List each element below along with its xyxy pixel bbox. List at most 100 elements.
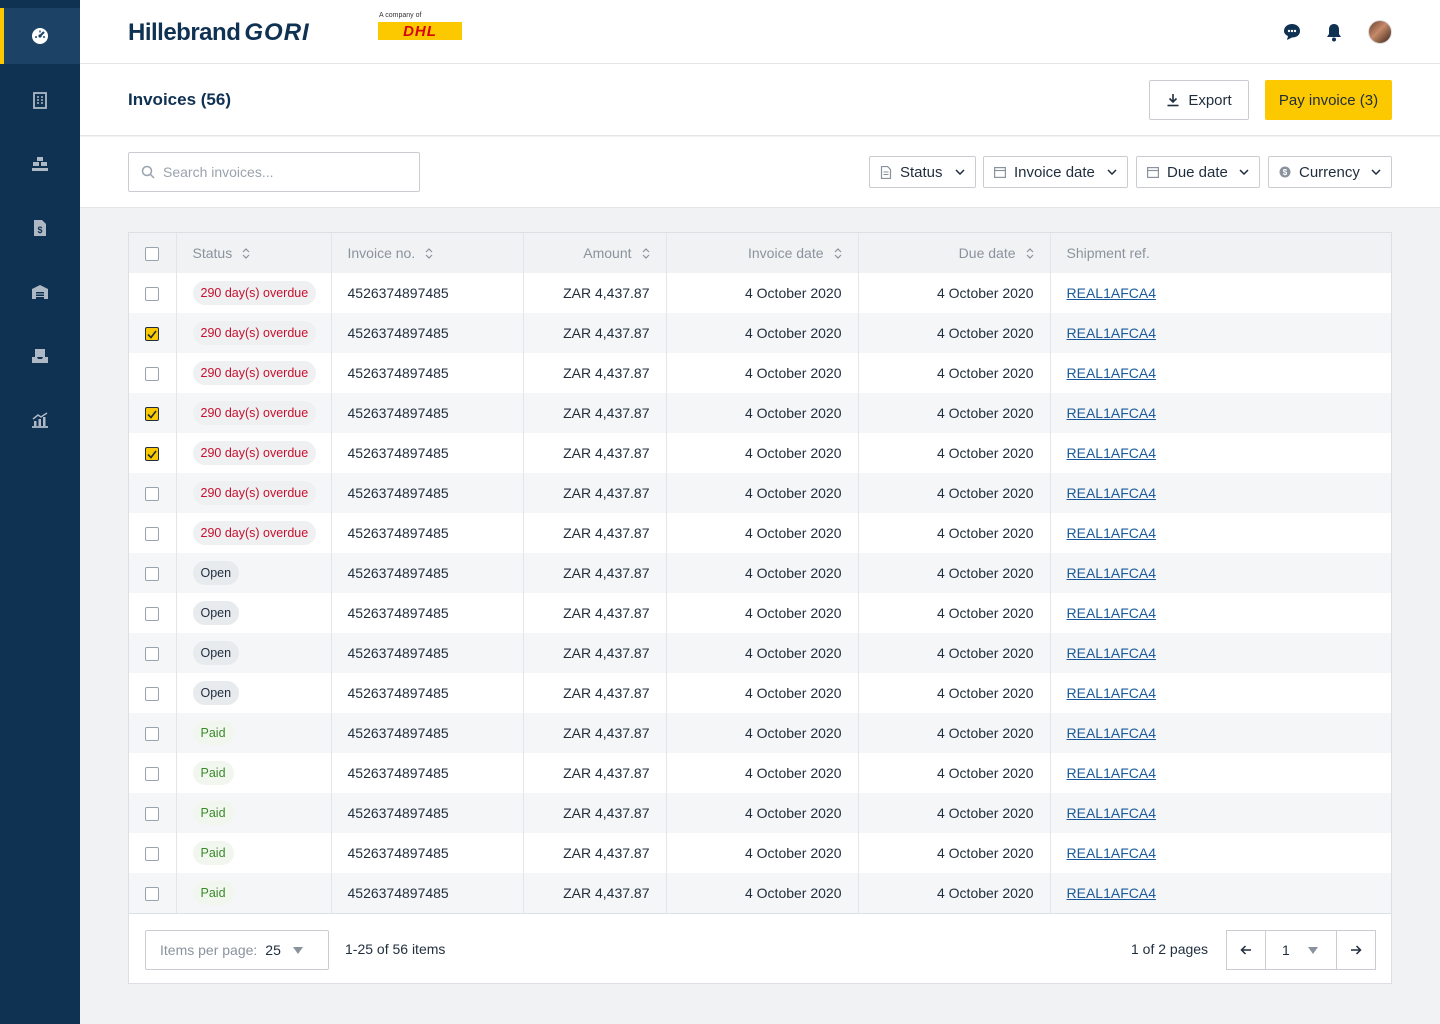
shipment-ref-link[interactable]: REAL1AFCA4	[1067, 485, 1156, 501]
row-checkbox[interactable]	[145, 327, 159, 342]
table-row[interactable]: 290 day(s) overdue 4526374897485 ZAR 4,437…	[129, 273, 1391, 313]
sidebar-item-buildings[interactable]	[0, 72, 80, 128]
sidebar-item-dashboard[interactable]	[0, 8, 80, 64]
amount-cell: ZAR 4,437.87	[523, 553, 667, 593]
column-header-amount[interactable]: Amount	[523, 233, 667, 273]
company-logo[interactable]: Hillebrand GORI	[128, 19, 310, 47]
row-checkbox[interactable]	[145, 527, 159, 542]
row-checkbox[interactable]	[145, 767, 159, 782]
row-checkbox[interactable]	[145, 287, 159, 302]
sort-icon	[834, 247, 841, 259]
status-cell: Open	[176, 593, 332, 633]
table-row[interactable]: Paid 4526374897485 ZAR 4,437.87 4 October 2…	[129, 753, 1391, 793]
sidebar-item-invoices[interactable]: $	[0, 200, 80, 256]
shipment-ref-link[interactable]: REAL1AFCA4	[1067, 885, 1156, 901]
table-row[interactable]: Paid 4526374897485 ZAR 4,437.87 4 October 2…	[129, 873, 1391, 913]
invoice-date-filter[interactable]: Invoice date	[983, 156, 1128, 188]
shipment-ref-cell: REAL1AFCA4	[1050, 433, 1391, 473]
row-checkbox[interactable]	[145, 807, 159, 822]
table-row[interactable]: 290 day(s) overdue 4526374897485 ZAR 4,437…	[129, 433, 1391, 473]
row-checkbox[interactable]	[145, 487, 159, 502]
row-checkbox[interactable]	[145, 607, 159, 622]
pay-invoice-button[interactable]: Pay invoice (3)	[1265, 80, 1392, 120]
sidebar-item-analytics[interactable]	[0, 392, 80, 448]
prev-page-button[interactable]	[1226, 930, 1266, 970]
amount-cell: ZAR 4,437.87	[523, 713, 667, 753]
sidebar-item-inbox[interactable]	[0, 328, 80, 384]
due-date-filter-label: Due date	[1167, 163, 1228, 181]
shipment-ref-link[interactable]: REAL1AFCA4	[1067, 725, 1156, 741]
table-row[interactable]: Open 4526374897485 ZAR 4,437.87 4 October 2…	[129, 633, 1391, 673]
items-per-page-select[interactable]: Items per page: 25	[145, 930, 329, 970]
row-checkbox[interactable]	[145, 847, 159, 862]
column-header-due-date[interactable]: Due date	[858, 233, 1051, 273]
row-select-cell	[129, 273, 177, 313]
due-date-filter[interactable]: Due date	[1136, 156, 1260, 188]
invoice-date-filter-label: Invoice date	[1014, 163, 1095, 181]
status-badge: 290 day(s) overdue	[192, 401, 317, 425]
status-cell: Open	[176, 553, 332, 593]
shipment-ref-link[interactable]: REAL1AFCA4	[1067, 445, 1156, 461]
page-select[interactable]: 1	[1265, 930, 1337, 970]
due-date-cell: 4 October 2020	[858, 353, 1051, 393]
invoice-no-cell: 4526374897485	[331, 593, 524, 633]
shipment-ref-link[interactable]: REAL1AFCA4	[1067, 645, 1156, 661]
status-cell: 290 day(s) overdue	[176, 353, 332, 393]
row-checkbox[interactable]	[145, 687, 159, 702]
row-checkbox[interactable]	[145, 647, 159, 662]
table-row[interactable]: 290 day(s) overdue 4526374897485 ZAR 4,437…	[129, 393, 1391, 433]
table-row[interactable]: Paid 4526374897485 ZAR 4,437.87 4 October 2…	[129, 713, 1391, 753]
calendar-icon	[1147, 167, 1159, 178]
shipment-ref-cell: REAL1AFCA4	[1050, 313, 1391, 353]
table-row[interactable]: Open 4526374897485 ZAR 4,437.87 4 October 2…	[129, 593, 1391, 633]
shipment-ref-link[interactable]: REAL1AFCA4	[1067, 365, 1156, 381]
column-header-status[interactable]: Status	[176, 233, 332, 273]
shipment-ref-link[interactable]: REAL1AFCA4	[1067, 405, 1156, 421]
logo-main-text: Hillebrand	[128, 19, 241, 46]
status-badge: Open	[192, 681, 240, 705]
shipment-ref-link[interactable]: REAL1AFCA4	[1067, 605, 1156, 621]
search-input[interactable]	[163, 153, 413, 191]
table-row[interactable]: 290 day(s) overdue 4526374897485 ZAR 4,437…	[129, 353, 1391, 393]
chat-button[interactable]	[1282, 22, 1302, 42]
shipment-ref-link[interactable]: REAL1AFCA4	[1067, 805, 1156, 821]
row-checkbox[interactable]	[145, 407, 159, 422]
pages-text: 1 of 2 pages	[1131, 941, 1209, 957]
sidebar-item-warehouse[interactable]	[0, 264, 80, 320]
table-row[interactable]: Paid 4526374897485 ZAR 4,437.87 4 October 2…	[129, 793, 1391, 833]
table-row[interactable]: 290 day(s) overdue 4526374897485 ZAR 4,437…	[129, 313, 1391, 353]
shipment-ref-link[interactable]: REAL1AFCA4	[1067, 525, 1156, 541]
shipment-ref-link[interactable]: REAL1AFCA4	[1067, 325, 1156, 341]
table-row[interactable]: 290 day(s) overdue 4526374897485 ZAR 4,437…	[129, 473, 1391, 513]
row-select-cell	[129, 793, 177, 833]
sidebar-item-containers[interactable]	[0, 136, 80, 192]
column-header-invoice-date[interactable]: Invoice date	[666, 233, 859, 273]
table-row[interactable]: Open 4526374897485 ZAR 4,437.87 4 October 2…	[129, 553, 1391, 593]
shipment-ref-cell: REAL1AFCA4	[1050, 353, 1391, 393]
shipment-ref-link[interactable]: REAL1AFCA4	[1067, 845, 1156, 861]
export-button[interactable]: Export	[1149, 80, 1249, 120]
select-all-checkbox[interactable]	[145, 247, 159, 262]
currency-filter[interactable]: $ Currency	[1268, 156, 1392, 188]
pagination-bar: Items per page: 25 1-25 of 56 items 1 of…	[129, 913, 1391, 983]
next-page-button[interactable]	[1336, 930, 1376, 970]
row-checkbox[interactable]	[145, 447, 159, 462]
shipment-ref-link[interactable]: REAL1AFCA4	[1067, 685, 1156, 701]
current-page-value: 1	[1282, 942, 1290, 958]
row-checkbox[interactable]	[145, 727, 159, 742]
row-checkbox[interactable]	[145, 887, 159, 902]
shipment-ref-link[interactable]: REAL1AFCA4	[1067, 285, 1156, 301]
row-checkbox[interactable]	[145, 367, 159, 382]
dhl-logo: A company of DHL	[378, 12, 464, 42]
column-header-invoice-no[interactable]: Invoice no.	[331, 233, 524, 273]
shipment-ref-link[interactable]: REAL1AFCA4	[1067, 765, 1156, 781]
shipment-ref-link[interactable]: REAL1AFCA4	[1067, 565, 1156, 581]
table-row[interactable]: Paid 4526374897485 ZAR 4,437.87 4 October 2…	[129, 833, 1391, 873]
avatar[interactable]	[1368, 20, 1392, 44]
notifications-button[interactable]	[1324, 22, 1344, 42]
row-checkbox[interactable]	[145, 567, 159, 582]
status-filter[interactable]: Status	[869, 156, 976, 188]
table-row[interactable]: Open 4526374897485 ZAR 4,437.87 4 October 2…	[129, 673, 1391, 713]
table-row[interactable]: 290 day(s) overdue 4526374897485 ZAR 4,437…	[129, 513, 1391, 553]
shipment-ref-cell: REAL1AFCA4	[1050, 273, 1391, 313]
